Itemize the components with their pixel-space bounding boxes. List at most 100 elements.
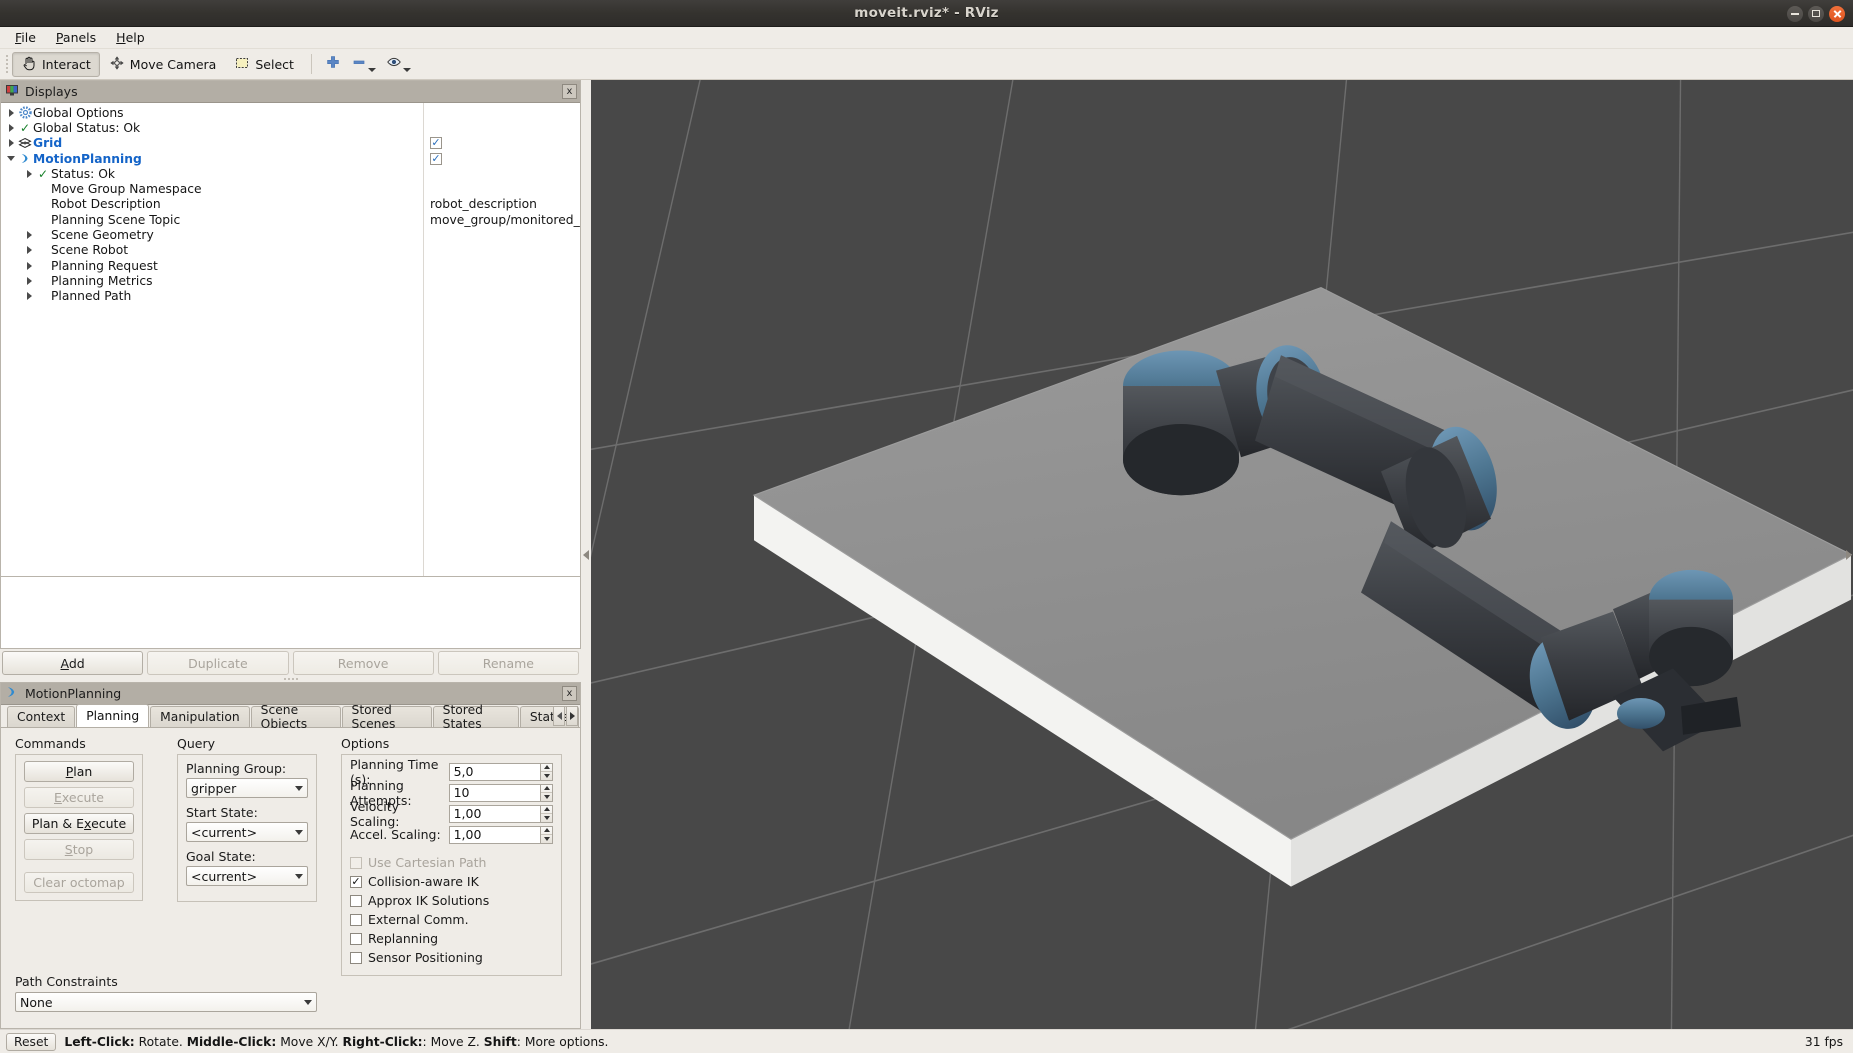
clear-octomap-button[interactable]: Clear octomap xyxy=(24,872,134,893)
minimize-button[interactable] xyxy=(1787,5,1803,22)
duplicate-button[interactable]: Duplicate xyxy=(147,651,289,675)
checkbox-row[interactable]: Collision-aware IK xyxy=(350,872,553,891)
reset-button[interactable]: Reset xyxy=(6,1032,57,1051)
approx-ik-solutions-checkbox[interactable] xyxy=(350,894,362,907)
visibility-checkbox[interactable]: ✓ xyxy=(430,152,442,165)
tab-stored-states[interactable]: Stored States xyxy=(432,703,519,731)
stop-button[interactable]: Stop xyxy=(24,839,134,860)
remove-button[interactable]: Remove xyxy=(292,651,434,675)
tree-expander-right[interactable] xyxy=(5,107,17,119)
checkbox-row[interactable]: Replanning xyxy=(350,929,553,948)
checkbox-row[interactable]: External Comm. xyxy=(350,910,553,929)
tree-row[interactable]: Scene Robot xyxy=(1,243,423,258)
plan-button[interactable]: Plan xyxy=(24,761,134,782)
collapse-right-arrow-icon[interactable] xyxy=(1846,549,1852,560)
focus-tool-button[interactable] xyxy=(381,52,416,77)
dock-splitter[interactable] xyxy=(581,80,591,1029)
tree-row[interactable]: Planned Path xyxy=(1,289,423,304)
close-button[interactable] xyxy=(1829,5,1845,22)
tab-manipulation[interactable]: Manipulation xyxy=(150,706,250,727)
replanning-checkbox[interactable] xyxy=(350,932,362,945)
spinbox-buttons[interactable] xyxy=(540,762,553,781)
spinbox-down-button[interactable] xyxy=(541,834,552,843)
select-button[interactable]: Select xyxy=(225,52,303,77)
plan-execute-button[interactable]: Plan & Execute xyxy=(24,813,134,834)
spinbox-up-button[interactable] xyxy=(541,827,552,835)
menu-file[interactable]: File xyxy=(6,28,45,48)
tab-scene-objects[interactable]: Scene Objects xyxy=(250,703,341,731)
tree-row[interactable]: Global Options xyxy=(1,105,423,120)
tree-row[interactable]: ✓ Global Status: Ok xyxy=(1,120,423,135)
tree-row[interactable]: ✓ Status: Ok xyxy=(1,166,423,181)
spinbox-down-button[interactable] xyxy=(541,813,552,822)
tree-row[interactable]: Planning Metrics xyxy=(1,273,423,288)
checkbox-row[interactable]: Use Cartesian Path xyxy=(350,853,553,872)
toolbar-grip[interactable] xyxy=(4,53,12,75)
spinbox-down-button[interactable] xyxy=(541,771,552,780)
chevron-down-icon[interactable] xyxy=(367,68,376,72)
tree-row[interactable]: Planning Request xyxy=(1,258,423,273)
planning-attempts-spinbox[interactable]: 10 xyxy=(448,783,553,802)
menu-panels[interactable]: Panels xyxy=(47,28,105,48)
tree-value-cell[interactable]: ✓ xyxy=(424,136,580,151)
accel-scaling-spinbox[interactable]: 1,00 xyxy=(448,825,553,844)
tab-stored-scenes[interactable]: Stored Scenes xyxy=(341,703,432,731)
spinbox-buttons[interactable] xyxy=(540,783,553,802)
chevron-down-icon-2[interactable] xyxy=(402,68,411,72)
start-state-combo[interactable]: <current> xyxy=(186,822,308,842)
add-button[interactable]: Add xyxy=(2,651,144,675)
tab-context[interactable]: Context xyxy=(7,706,76,727)
tree-expander-right[interactable] xyxy=(23,260,35,272)
tree-value-cell[interactable]: robot_description xyxy=(424,197,580,212)
tab-scroll-right-button[interactable] xyxy=(566,706,578,726)
collision-aware-ik-checkbox[interactable] xyxy=(350,875,362,888)
remove-tool-button[interactable] xyxy=(346,52,381,77)
spinbox-up-button[interactable] xyxy=(541,764,552,772)
tree-expander-right[interactable] xyxy=(5,137,17,149)
velocity-scaling-spinbox[interactable]: 1,00 xyxy=(448,804,553,823)
execute-button[interactable]: Execute xyxy=(24,787,134,808)
maximize-button[interactable] xyxy=(1808,5,1824,22)
spinbox-buttons[interactable] xyxy=(540,825,553,844)
tree-value-cell[interactable]: ✓ xyxy=(424,151,580,166)
spinbox-buttons[interactable] xyxy=(540,804,553,823)
external-comm-checkbox[interactable] xyxy=(350,913,362,926)
tree-expander-right[interactable] xyxy=(23,275,35,287)
tree-expander-right[interactable] xyxy=(23,290,35,302)
checkbox-row[interactable]: Sensor Positioning xyxy=(350,948,553,967)
spinbox-up-button[interactable] xyxy=(541,785,552,793)
rename-button[interactable]: Rename xyxy=(437,651,579,675)
interact-button[interactable]: Interact xyxy=(12,51,100,77)
tree-expander-down[interactable] xyxy=(5,153,17,165)
collapse-left-arrow-icon[interactable] xyxy=(583,549,589,560)
visibility-checkbox[interactable]: ✓ xyxy=(430,137,442,150)
tree-row[interactable]: MotionPlanning xyxy=(1,151,423,166)
motion-planning-close-button[interactable]: x xyxy=(562,686,577,701)
render-viewport[interactable] xyxy=(591,80,1853,1029)
planning-time-s-spinbox[interactable]: 5,0 xyxy=(448,762,553,781)
tree-row[interactable]: Grid xyxy=(1,136,423,151)
panel-resize-grip[interactable] xyxy=(0,675,581,682)
tab-planning[interactable]: Planning xyxy=(76,704,150,727)
display-property-editor[interactable] xyxy=(0,577,581,649)
tree-row[interactable]: Robot Description xyxy=(1,197,423,212)
tree-row[interactable]: Scene Geometry xyxy=(1,227,423,242)
displays-close-button[interactable]: x xyxy=(562,84,577,99)
path-constraints-combo[interactable]: None xyxy=(15,992,317,1012)
tree-expander-right[interactable] xyxy=(5,122,17,134)
tree-expander-right[interactable] xyxy=(23,168,35,180)
move-camera-button[interactable]: Move Camera xyxy=(100,52,226,77)
tree-row[interactable]: Move Group Namespace xyxy=(1,181,423,196)
spinbox-down-button[interactable] xyxy=(541,792,552,801)
tree-value-cell[interactable]: move_group/monitored_p... xyxy=(424,212,580,227)
spinbox-up-button[interactable] xyxy=(541,806,552,814)
tab-scroll-left-button[interactable] xyxy=(553,706,565,726)
goal-state-combo[interactable]: <current> xyxy=(186,866,308,886)
checkbox-row[interactable]: Approx IK Solutions xyxy=(350,891,553,910)
sensor-positioning-checkbox[interactable] xyxy=(350,951,362,964)
tree-expander-right[interactable] xyxy=(23,244,35,256)
tree-row[interactable]: Planning Scene Topic xyxy=(1,212,423,227)
add-tool-button[interactable] xyxy=(320,52,346,77)
planning-group-combo[interactable]: gripper xyxy=(186,778,308,798)
tree-expander-right[interactable] xyxy=(23,229,35,241)
